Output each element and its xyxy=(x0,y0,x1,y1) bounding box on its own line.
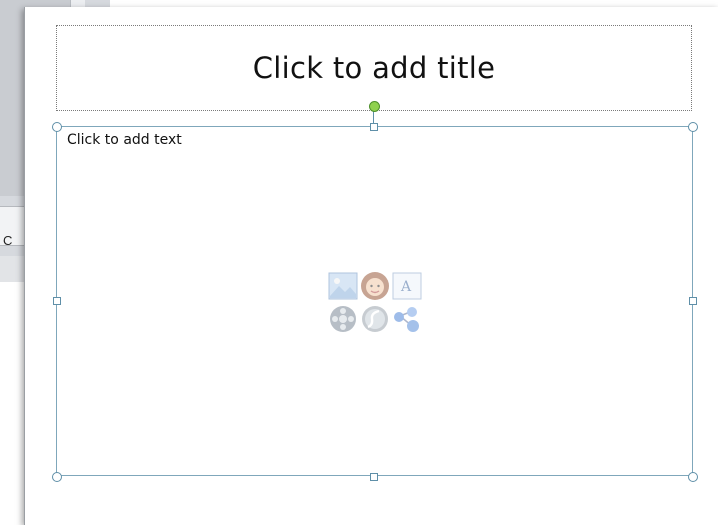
resize-handle-top-right[interactable] xyxy=(688,122,698,132)
insert-media-icon[interactable] xyxy=(328,304,358,334)
resize-handle-bottom-right[interactable] xyxy=(688,472,698,482)
insert-picture-icon[interactable] xyxy=(328,272,358,300)
rotate-handle[interactable] xyxy=(369,101,380,112)
resize-handle-left[interactable] xyxy=(53,297,61,305)
content-placeholder-text: Click to add text xyxy=(67,132,182,148)
insert-content-icons: A xyxy=(326,270,424,334)
title-placeholder[interactable]: Click to add title xyxy=(56,25,692,111)
background-partial-button[interactable]: C xyxy=(3,226,23,256)
title-placeholder-text: Click to add title xyxy=(252,51,496,85)
resize-handle-top-left[interactable] xyxy=(52,122,62,132)
insert-text-icon[interactable]: A xyxy=(392,272,422,300)
resize-handle-bottom[interactable] xyxy=(370,473,378,481)
resize-handle-bottom-left[interactable] xyxy=(52,472,62,482)
insert-flash-icon[interactable] xyxy=(360,304,390,334)
resize-handle-top[interactable] xyxy=(370,123,378,131)
insert-clip-art-icon[interactable] xyxy=(360,270,390,302)
resize-handle-right[interactable] xyxy=(689,297,697,305)
svg-text:A: A xyxy=(400,279,412,295)
insert-smartart-icon[interactable] xyxy=(392,304,422,334)
